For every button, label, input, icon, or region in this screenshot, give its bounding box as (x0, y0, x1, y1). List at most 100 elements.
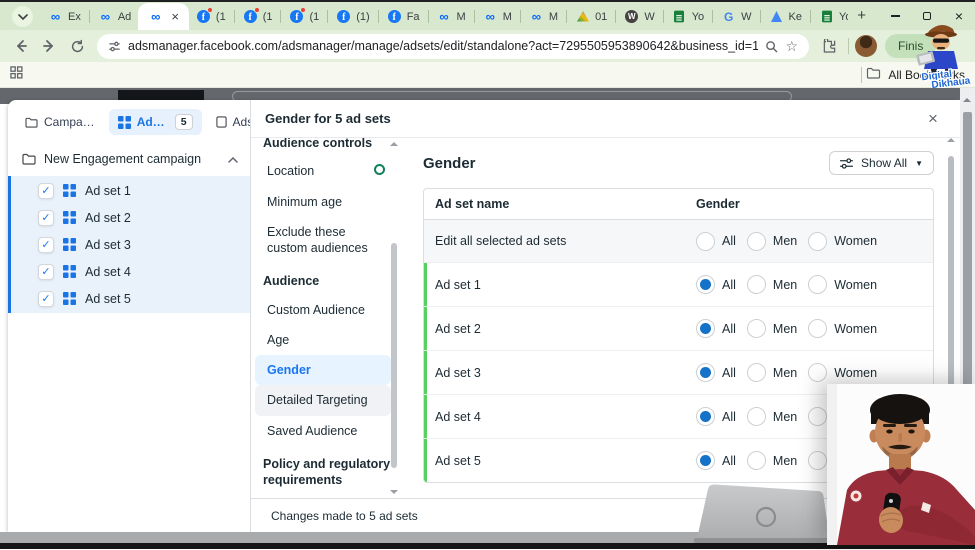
puzzle-icon (823, 38, 835, 53)
scroll-down-arrow[interactable] (390, 490, 398, 498)
radio-label: Women (834, 321, 878, 336)
tab-label: 01 (595, 10, 608, 23)
drive-icon (575, 9, 590, 24)
gender-radio-women[interactable]: Women (808, 275, 877, 294)
nav-item-saved-audience[interactable]: Saved Audience (255, 416, 391, 446)
minimize-icon (890, 15, 900, 17)
adset-row[interactable]: ✓ Ad set 1 (11, 177, 250, 204)
tab-separator (233, 10, 235, 23)
campaign-tree-item[interactable]: New Engagement campaign (8, 142, 250, 176)
browser-tab[interactable]: Yo (812, 4, 848, 29)
browser-scrollbar-thumb[interactable] (963, 112, 972, 412)
tab-ad-sets[interactable]: Ad… 5 (108, 109, 202, 135)
tab-ads-label: Ads (232, 115, 250, 129)
show-all-button[interactable]: Show All ▼ (829, 151, 934, 175)
scroll-up-arrow[interactable] (390, 138, 398, 146)
nav-section-header: Audience controls (263, 138, 373, 150)
gender-radio-men[interactable]: Men (746, 407, 797, 426)
adset-row[interactable]: ✓ Ad set 3 (11, 231, 250, 258)
adset-checkbox[interactable]: ✓ (38, 182, 54, 199)
adset-row[interactable]: ✓ Ad set 5 (11, 285, 250, 312)
nav-item-detailed-targeting[interactable]: Detailed Targeting (255, 385, 391, 416)
radio-circle (696, 451, 715, 470)
browser-tab[interactable]: WW (617, 4, 661, 29)
tab-label: W (741, 10, 752, 23)
bookmark-star-icon[interactable]: ☆ (785, 39, 798, 53)
extensions-button[interactable] (816, 33, 842, 59)
nav-item-location[interactable]: Location (255, 156, 391, 186)
gender-radio-all[interactable]: All (696, 407, 736, 426)
browser-tab[interactable]: ∞ Ex (41, 4, 88, 29)
gender-radio-men[interactable]: Men (746, 451, 797, 470)
adset-checkbox[interactable]: ✓ (38, 290, 54, 307)
browser-tab[interactable]: Ke (762, 4, 809, 29)
apps-grid-icon[interactable] (10, 65, 23, 84)
gender-radio-women[interactable]: Women (808, 319, 877, 338)
gender-radio-men[interactable]: Men (746, 363, 797, 382)
radio-label: All (722, 453, 736, 468)
nav-item-custom-audience[interactable]: Custom Audience (255, 295, 391, 325)
gender-radio-women[interactable]: Women (808, 363, 877, 382)
tab-campaigns[interactable]: Campa… (16, 110, 104, 134)
col-gender: Gender (696, 197, 740, 211)
adset-row[interactable]: ✓ Ad set 4 (11, 258, 250, 285)
adset-checkbox[interactable]: ✓ (38, 236, 54, 253)
gender-radio-women[interactable]: Women (808, 231, 877, 251)
nav-scrollbar-thumb[interactable] (391, 243, 397, 468)
gender-radio-all[interactable]: All (696, 275, 736, 294)
browser-tab[interactable]: ∞ M (522, 4, 565, 29)
edit-all-label: Edit all selected ad sets (435, 234, 567, 248)
browser-tab[interactable]: f (1 (236, 4, 280, 29)
forward-button[interactable] (36, 33, 62, 59)
tab-separator (712, 10, 714, 23)
nav-item-exclude-these-custom-audiences[interactable]: Exclude these custom audiences (255, 217, 391, 264)
reload-button[interactable] (64, 33, 90, 59)
campaign-name: New Engagement campaign (44, 152, 202, 166)
browser-tab[interactable]: f Fa (380, 4, 427, 29)
nav-item-label: Saved Audience (267, 423, 358, 438)
gender-radio-all[interactable]: All (696, 363, 736, 382)
back-button[interactable] (8, 33, 34, 59)
adset-row[interactable]: ✓ Ad set 2 (11, 204, 250, 231)
nav-item-label: Age (267, 332, 290, 347)
radio-label: Men (772, 277, 798, 292)
minimize-button[interactable] (879, 2, 911, 30)
tab-search-button[interactable] (12, 6, 33, 27)
browser-tab[interactable]: ∞ Ad (91, 4, 138, 29)
gender-radio-men[interactable]: Men (746, 275, 798, 294)
browser-tab[interactable]: GW (714, 4, 758, 29)
gender-radio-men[interactable]: Men (746, 231, 797, 251)
scroll-up-arrow[interactable] (963, 94, 971, 102)
browser-tab[interactable]: 01 (568, 4, 614, 29)
url-text[interactable]: adsmanager.facebook.com/adsmanager/manag… (128, 39, 758, 53)
browser-tab[interactable]: Yo (665, 4, 711, 29)
browser-tab[interactable]: f (1 (282, 4, 326, 29)
gender-radio-all[interactable]: All (696, 451, 736, 470)
tab-ads[interactable]: Ads (207, 110, 250, 134)
zoom-icon[interactable] (765, 40, 778, 53)
browser-tab[interactable]: ∞ × (138, 3, 189, 30)
gender-radio-all[interactable]: All (696, 231, 736, 251)
nav-section-header: Audience (263, 274, 320, 289)
adset-checkbox[interactable]: ✓ (38, 209, 54, 226)
browser-tab[interactable]: f (1) (329, 4, 376, 29)
nav-scrollbar[interactable] (390, 142, 398, 494)
address-bar[interactable]: adsmanager.facebook.com/adsmanager/manag… (97, 33, 809, 59)
nav-item-minimum-age[interactable]: Minimum age (255, 187, 391, 217)
gender-radio-all[interactable]: All (696, 319, 736, 338)
tab-close-icon[interactable]: × (171, 10, 179, 23)
nav-item-gender[interactable]: Gender (255, 355, 391, 386)
gender-radio-men[interactable]: Men (746, 319, 797, 338)
scroll-up-arrow[interactable] (947, 134, 955, 142)
browser-tab[interactable]: f (1 (189, 4, 233, 29)
new-tab-button[interactable]: + (848, 7, 875, 24)
close-panel-button[interactable]: × (920, 110, 946, 127)
collapse-chevron-icon[interactable] (228, 152, 238, 166)
browser-tab[interactable]: ∞ M (476, 4, 519, 29)
radio-label: All (722, 409, 736, 424)
adset-checkbox[interactable]: ✓ (38, 263, 54, 280)
radio-label: All (722, 321, 736, 336)
browser-tab[interactable]: ∞ M (430, 4, 473, 29)
avatar[interactable] (855, 35, 877, 57)
nav-item-age[interactable]: Age (255, 325, 391, 355)
